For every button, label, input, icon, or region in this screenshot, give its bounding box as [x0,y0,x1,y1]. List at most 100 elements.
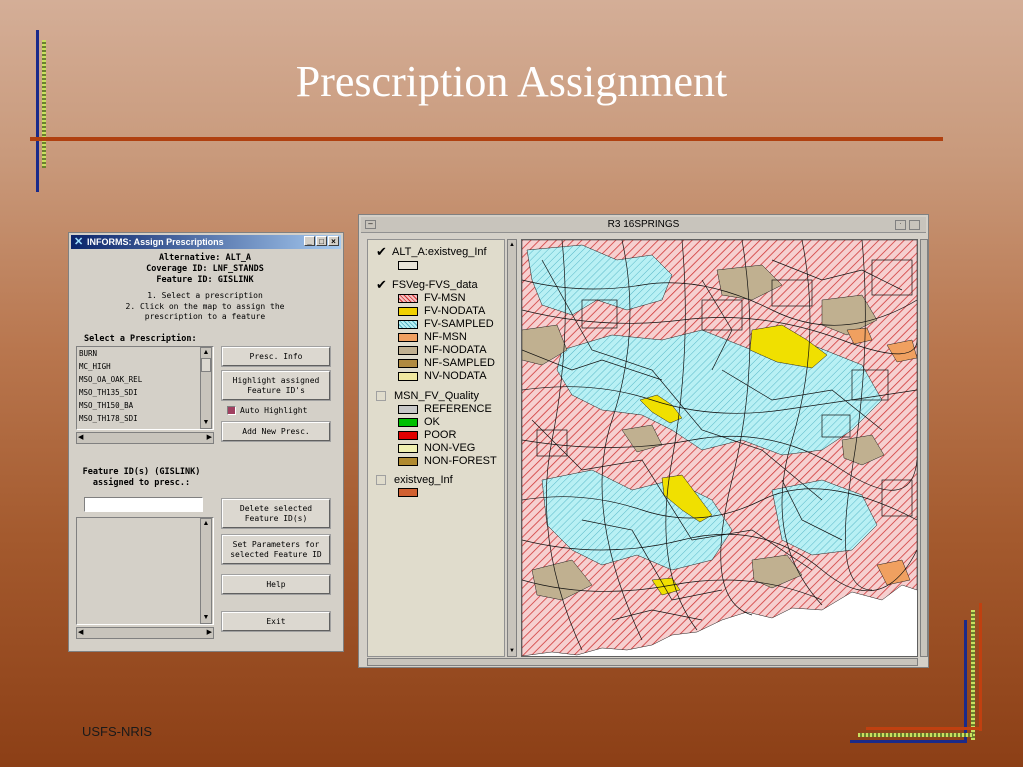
legend-vscroll[interactable]: ▲ ▼ [507,239,517,657]
legend-swatch-alt-a [398,261,424,270]
layer-label: MSN_FV_Quality [394,390,479,402]
legend-item: FV-SAMPLED [398,318,494,330]
legend-layer-alt-a[interactable]: ✔ ALT_A:existveg_Inf [376,245,487,259]
legend-layer-fsveg[interactable]: ✔ FSVeg-FVS_data [376,278,478,292]
setparams-label-2: selected Feature ID [230,549,322,559]
highlight-label-1: Highlight assigned [232,375,320,385]
legend-item: POOR [398,429,456,441]
scroll-down-icon[interactable]: ▼ [508,646,516,656]
checkmark-icon[interactable]: ✔ [376,245,387,258]
add-new-presc-button[interactable]: Add New Presc. [222,422,330,441]
scroll-right-icon[interactable]: ▶ [207,433,212,441]
legend-item-label: NF-SAMPLED [424,357,495,369]
legend-item-label: FV-NODATA [424,305,486,317]
feature-id-input[interactable] [84,497,203,512]
prescription-list-vscroll[interactable]: ▲ ▼ [200,347,212,429]
legend-item-label: FV-SAMPLED [424,318,494,330]
maximize-icon[interactable] [909,220,920,230]
legend-item: NON-FOREST [398,455,497,467]
swatch [398,261,418,270]
scroll-thumb[interactable] [201,358,211,372]
legend-item: OK [398,416,440,428]
scroll-up-icon[interactable]: ▲ [508,240,516,250]
list-item[interactable]: MSO_TH150_BA [77,399,213,412]
minimize-button[interactable]: _ [304,236,315,246]
highlight-label-2: Feature ID's [247,385,305,395]
legend-item-label: POOR [424,429,457,441]
prescription-list-hscroll[interactable]: ◀ ▶ [76,432,214,444]
list-item[interactable]: MSO_TH135_SDI [77,386,213,399]
auto-highlight-label: Auto Highlight [240,406,308,415]
delete-label-1: Delete selected [239,503,313,513]
unchecked-box-icon[interactable] [376,391,386,401]
swatch [398,404,418,414]
checkbox-checked-icon[interactable] [227,406,236,415]
legend-item-label: NON-FOREST [424,455,497,467]
feature-ids-label-1: Feature ID(s) (GISLINK) [82,467,201,477]
alternative-label: Alternative: ALT_A [158,253,252,263]
instruction-3: prescription to a feature [144,312,266,321]
layer-label: ALT_A:existveg_Inf [392,246,487,258]
swatch [398,443,418,453]
checkmark-icon[interactable]: ✔ [376,278,387,291]
list-item[interactable]: MC_HIGH [77,360,213,373]
scroll-right-icon[interactable]: ▶ [207,628,212,636]
legend-layer-existveg[interactable]: existveg_Inf [376,474,453,486]
swatch [398,306,418,316]
list-item[interactable]: MSO_OA_OAK_REL [77,373,213,386]
scroll-down-icon[interactable]: ▼ [201,418,211,428]
map-titlebar[interactable]: – R3 16SPRINGS · [361,217,926,233]
corner-accent-vertical-1 [964,620,967,742]
legend-layer-msn-quality[interactable]: MSN_FV_Quality [376,390,479,402]
legend-swatch-existveg [398,488,424,497]
map-window: – R3 16SPRINGS · ▲ ▼ ✔ ALT_A:existveg_In… [358,214,929,668]
feature-id-list[interactable] [76,517,214,625]
layer-label: FSVeg-FVS_data [392,279,478,291]
legend-item-label: NF-MSN [424,331,467,343]
unchecked-box-icon[interactable] [376,475,386,485]
legend-item-label: NF-NODATA [424,344,487,356]
prescription-list[interactable]: BURN MC_HIGH MSO_OA_OAK_REL MSO_TH135_SD… [76,346,214,430]
map-vscroll[interactable] [920,239,928,657]
scroll-left-icon[interactable]: ◀ [78,433,83,441]
map-canvas[interactable] [521,239,918,657]
highlight-assigned-button[interactable]: Highlight assigned Feature ID's [222,371,330,400]
legend-item: NF-NODATA [398,344,487,356]
auto-highlight-checkbox[interactable]: Auto Highlight [227,406,307,415]
setparams-label-1: Set Parameters for [232,539,320,549]
corner-accent-vertical-3 [979,603,982,731]
swatch [398,456,418,466]
maximize-button[interactable]: □ [316,236,327,246]
layer-label: existveg_Inf [394,474,453,486]
window-menu-icon[interactable]: – [365,220,376,229]
list-item[interactable]: BURN [77,347,213,360]
swatch [398,371,418,381]
feature-id-list-vscroll[interactable]: ▲ ▼ [200,518,212,624]
dialog-titlebar[interactable]: ✕ INFORMS: Assign Prescriptions _ □ × [71,235,341,249]
map-window-title: R3 16SPRINGS [607,219,680,230]
slide-title: Prescription Assignment [295,57,728,106]
set-parameters-button[interactable]: Set Parameters for selected Feature ID [222,535,330,564]
left-accent-line-blue [36,30,39,192]
exit-button[interactable]: Exit [222,612,330,631]
minimize-icon[interactable]: · [895,220,906,230]
map-hscroll[interactable] [367,658,918,666]
legend-item: NF-SAMPLED [398,357,495,369]
feature-ids-label-2: assigned to presc.: [92,478,191,488]
delete-label-2: Feature ID(s) [244,513,308,523]
legend-item: FV-MSN [398,292,466,304]
list-item[interactable]: MSO_TH178_SDI [77,412,213,425]
scroll-down-icon[interactable]: ▼ [201,613,211,623]
scroll-left-icon[interactable]: ◀ [78,628,83,636]
scroll-up-icon[interactable]: ▲ [201,348,211,358]
feature-id-list-hscroll[interactable]: ◀ ▶ [76,627,214,639]
legend-item-label: NV-NODATA [424,370,487,382]
footer-text: USFS-NRIS [82,724,153,739]
scroll-up-icon[interactable]: ▲ [201,519,211,529]
delete-selected-button[interactable]: Delete selected Feature ID(s) [222,499,330,528]
feature-label: Feature ID: GISLINK [156,275,254,285]
vegetation-map[interactable] [522,240,917,656]
help-button[interactable]: Help [222,575,330,594]
presc-info-button[interactable]: Presc. Info [222,347,330,366]
close-button[interactable]: × [328,236,339,246]
